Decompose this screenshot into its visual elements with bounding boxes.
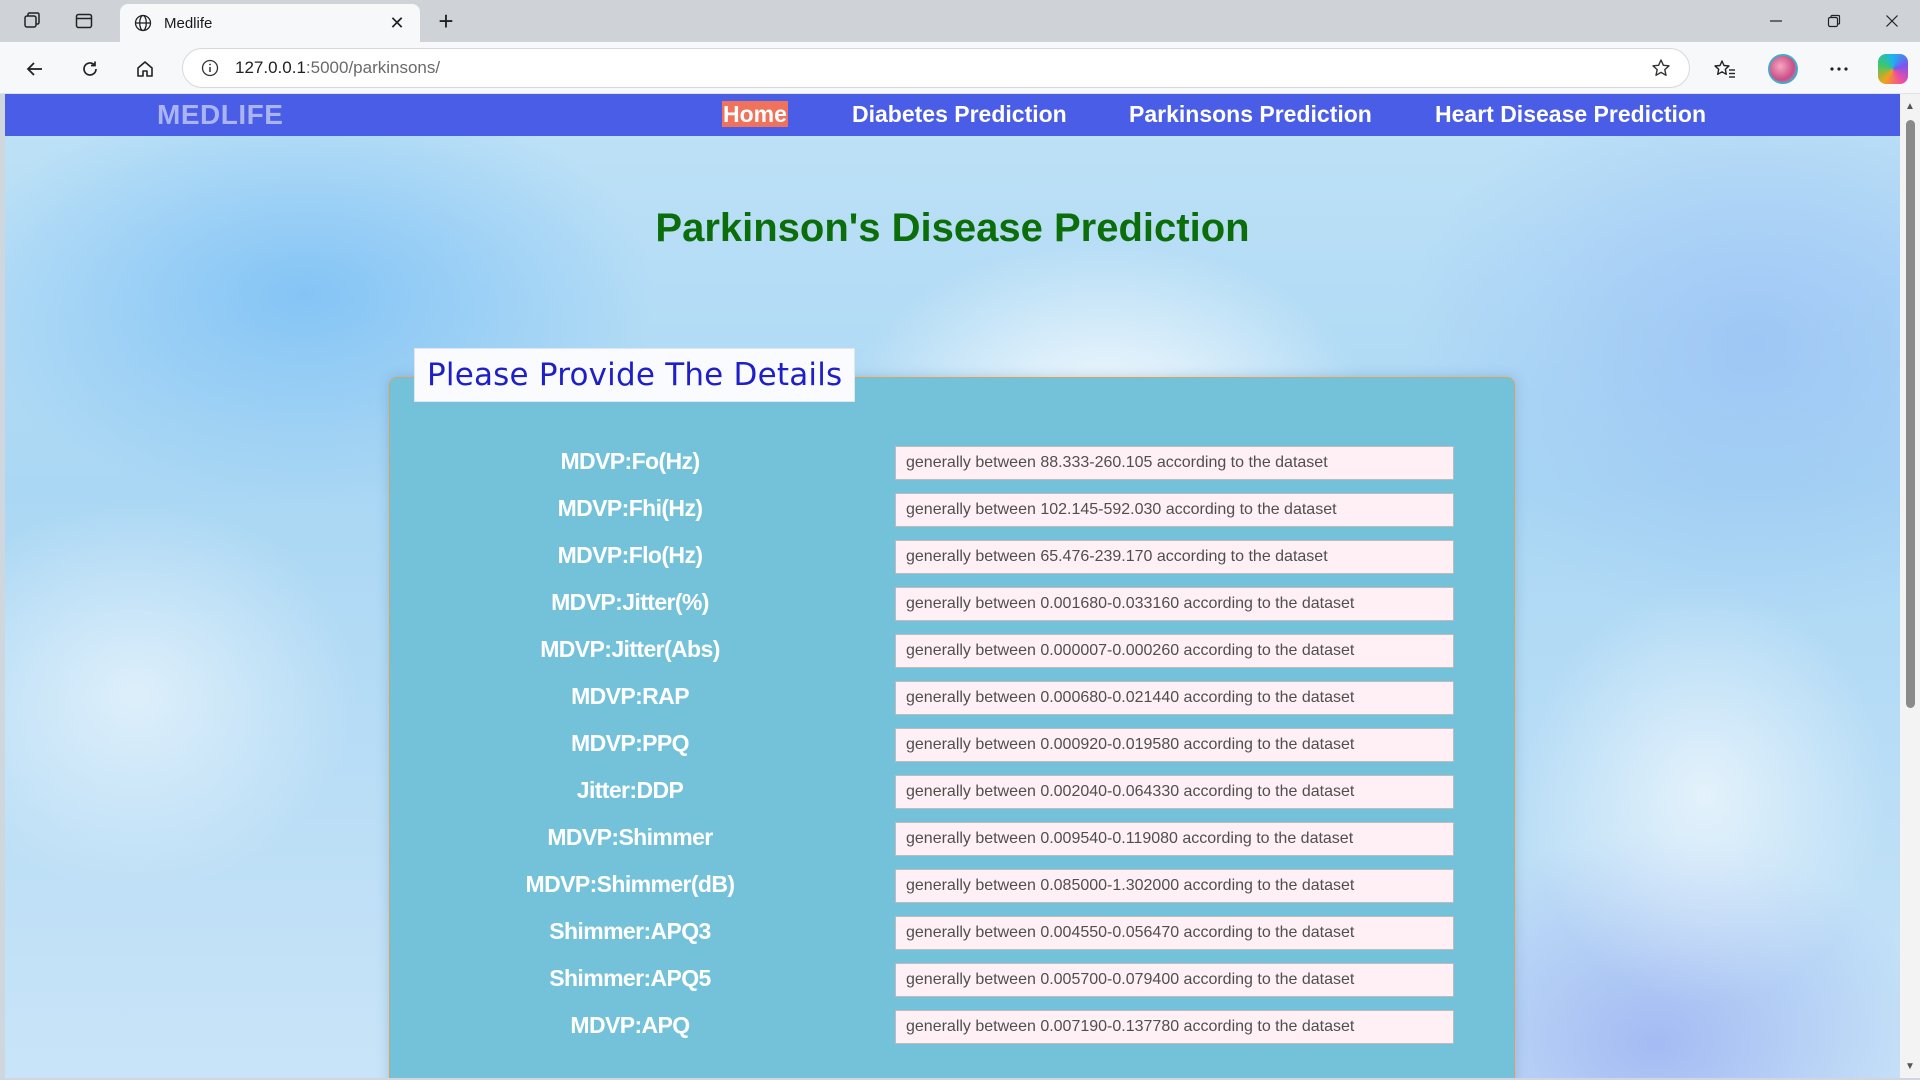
field-label: Shimmer:APQ3 [549,918,711,944]
form-legend: Please Provide The Details [414,348,856,402]
page-viewport: MEDLIFE Home Diabetes Prediction Parkins… [5,94,1900,1078]
favorites-icon[interactable] [1708,52,1742,86]
field-label: MDVP:APQ [570,1012,690,1038]
page-title: Parkinson's Disease Prediction [655,206,1250,250]
nav-home[interactable]: Home [722,101,788,127]
form-row: MDVP:Shimmer [390,822,1516,856]
favorite-star-icon[interactable] [1649,56,1673,80]
url-text[interactable]: 127.0.0.1:5000/parkinsons/ [235,58,1649,78]
mdvp-jitter-abs-input[interactable] [895,634,1454,668]
form-row: MDVP:Shimmer(dB) [390,869,1516,903]
mdvp-shimmer-input[interactable] [895,822,1454,856]
field-label: MDVP:Shimmer(dB) [525,871,736,897]
form-row: MDVP:Jitter(Abs) [390,634,1516,668]
mdvp-flo-input[interactable] [895,540,1454,574]
field-label: MDVP:PPQ [571,730,689,756]
nav-parkinsons-prediction[interactable]: Parkinsons Prediction [1129,101,1372,128]
form-row: MDVP:Fhi(Hz) [390,493,1516,527]
restore-icon[interactable] [1806,0,1862,42]
home-icon[interactable] [128,52,162,86]
url-path: :5000/parkinsons/ [305,58,441,77]
jitter-ddp-input[interactable] [895,775,1454,809]
mdvp-rap-input[interactable] [895,681,1454,715]
url-host: 127.0.0.1 [235,58,306,77]
form-row: MDVP:RAP [390,681,1516,715]
field-label: MDVP:Fo(Hz) [560,448,700,474]
site-navbar: MEDLIFE Home Diabetes Prediction Parkins… [5,94,1900,136]
reload-icon[interactable] [73,52,107,86]
browser-toolbar: 127.0.0.1:5000/parkinsons/ [0,42,1920,94]
vertical-tabs-icon[interactable] [66,6,102,36]
shimmer-apq3-input[interactable] [895,916,1454,950]
field-label: MDVP:Jitter(%) [551,589,709,615]
mdvp-jitter-percent-input[interactable] [895,587,1454,621]
field-label: MDVP:Flo(Hz) [557,542,703,568]
field-label: MDVP:Fhi(Hz) [557,495,703,521]
mdvp-fo-input[interactable] [895,446,1454,480]
mdvp-fhi-input[interactable] [895,493,1454,527]
form-row: MDVP:PPQ [390,728,1516,762]
close-window-icon[interactable] [1864,0,1920,42]
nav-diabetes-prediction[interactable]: Diabetes Prediction [852,101,1067,128]
new-tab-button[interactable]: + [430,6,462,36]
mdvp-shimmer-db-input[interactable] [895,869,1454,903]
address-bar[interactable]: 127.0.0.1:5000/parkinsons/ [182,48,1690,88]
field-label: MDVP:Shimmer [547,824,713,850]
page-scrollbar[interactable]: ▲ ▼ [1900,94,1920,1078]
field-label: Jitter:DDP [576,777,684,803]
field-label: MDVP:Jitter(Abs) [540,636,720,662]
form-row: MDVP:Flo(Hz) [390,540,1516,574]
form-row: Shimmer:APQ5 [390,963,1516,997]
minimize-icon[interactable] [1748,0,1804,42]
mdvp-apq-input[interactable] [895,1010,1454,1044]
scroll-down-arrow-icon[interactable]: ▼ [1904,1060,1916,1072]
workspaces-icon[interactable] [14,6,50,36]
profile-avatar[interactable] [1768,54,1798,84]
mdvp-ppq-input[interactable] [895,728,1454,762]
browser-tab-medlife[interactable]: Medlife ✕ [120,4,420,42]
back-icon[interactable] [18,52,52,86]
scrollbar-thumb[interactable] [1906,120,1915,708]
shimmer-apq5-input[interactable] [895,963,1454,997]
form-row: MDVP:Jitter(%) [390,587,1516,621]
form-row: Jitter:DDP [390,775,1516,809]
browser-tabstrip: Medlife ✕ + [0,0,1920,42]
form-row: MDVP:APQ [390,1010,1516,1044]
close-tab-icon[interactable]: ✕ [386,12,408,34]
copilot-icon[interactable] [1878,54,1908,84]
form-row: Shimmer:APQ3 [390,916,1516,950]
brand-logo[interactable]: MEDLIFE [157,99,283,131]
form-row: MDVP:Fo(Hz) [390,446,1516,480]
field-label: MDVP:RAP [571,683,689,709]
globe-icon [132,12,154,34]
nav-heart-disease-prediction[interactable]: Heart Disease Prediction [1435,101,1706,128]
site-info-icon[interactable] [199,57,221,79]
scroll-up-arrow-icon[interactable]: ▲ [1904,100,1916,112]
field-label: Shimmer:APQ5 [549,965,711,991]
tab-title: Medlife [164,14,213,32]
more-menu-icon[interactable] [1822,52,1856,86]
details-form-panel: MDVP:Fo(Hz) MDVP:Fhi(Hz) MDVP:Flo(Hz) MD… [389,377,1515,1078]
